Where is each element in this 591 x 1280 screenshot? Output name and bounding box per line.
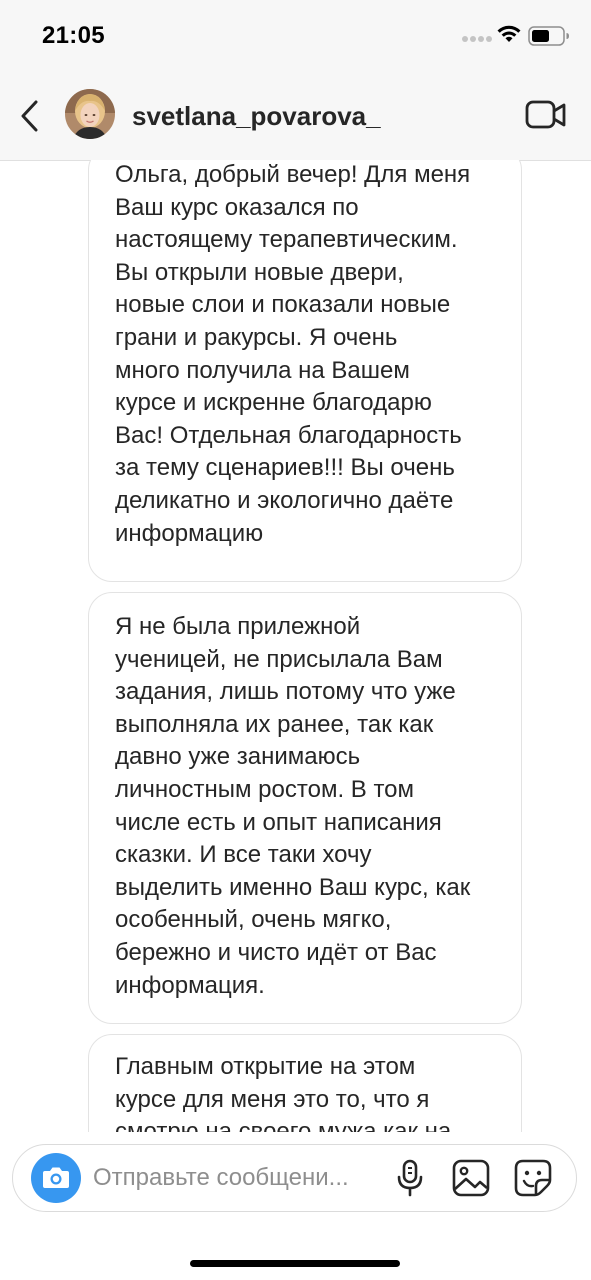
- status-bar: 21:05: [0, 0, 591, 74]
- battery-icon: [528, 26, 569, 46]
- microphone-icon[interactable]: [393, 1158, 427, 1198]
- message-list[interactable]: Ольга, добрый вечер! Для меня Ваш курс о…: [0, 160, 591, 1132]
- status-time: 21:05: [42, 22, 105, 49]
- message-bubble[interactable]: Я не была прилежной ученицей, не присыла…: [88, 592, 522, 1024]
- camera-button[interactable]: [31, 1153, 81, 1203]
- message-composer: [0, 1132, 591, 1280]
- wifi-icon: [497, 25, 521, 42]
- cellular-signal-icon: [462, 36, 492, 42]
- camera-icon: [43, 1167, 69, 1188]
- composer-box: [12, 1144, 577, 1212]
- sticker-icon[interactable]: [513, 1158, 553, 1198]
- video-call-icon[interactable]: [524, 98, 568, 132]
- dm-thread-screen: 21:05 svetlana_povarova_ Ольга, добрый в…: [0, 0, 591, 1280]
- message-input[interactable]: [93, 1159, 383, 1197]
- message-bubble[interactable]: Главным открытие на этом курсе для меня …: [88, 1034, 522, 1132]
- chat-header: svetlana_povarova_: [0, 74, 591, 161]
- gallery-icon[interactable]: [451, 1158, 491, 1198]
- chat-username[interactable]: svetlana_povarova_: [132, 101, 381, 132]
- back-arrow-icon[interactable]: [14, 96, 46, 136]
- avatar[interactable]: [65, 89, 115, 139]
- home-indicator[interactable]: [190, 1260, 400, 1267]
- message-bubble[interactable]: Ольга, добрый вечер! Для меня Ваш курс о…: [88, 160, 522, 582]
